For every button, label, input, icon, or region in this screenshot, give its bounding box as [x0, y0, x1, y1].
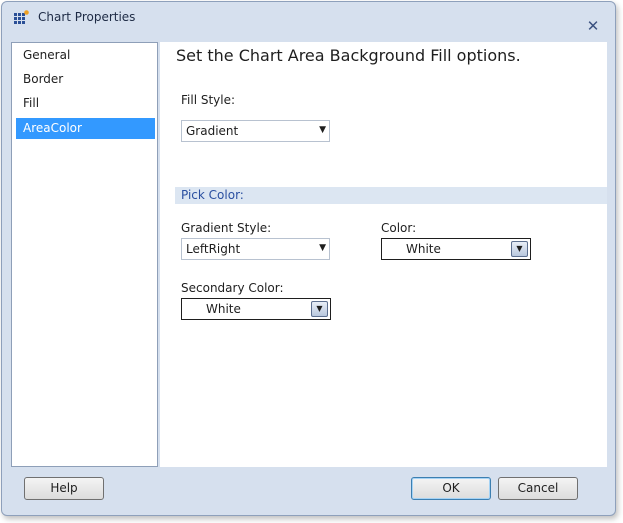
cancel-button[interactable]: Cancel [498, 477, 578, 500]
nav-item-general[interactable]: General [16, 45, 155, 66]
secondary-color-picker[interactable]: White ▼ [181, 298, 331, 320]
dropdown-arrow-icon[interactable]: ▼ [511, 241, 528, 257]
secondary-color-label: Secondary Color: [181, 281, 284, 295]
secondary-color-value: White [206, 302, 241, 316]
fill-style-select[interactable]: Gradient ▼ [181, 120, 330, 142]
nav-item-areacolor[interactable]: AreaColor [16, 118, 155, 139]
nav-item-border[interactable]: Border [16, 69, 155, 90]
color-picker[interactable]: White ▼ [381, 238, 531, 260]
dropdown-arrow-icon[interactable]: ▼ [311, 301, 328, 317]
chart-properties-dialog: Chart Properties ✕ General Border Fill A… [1, 1, 616, 516]
nav-item-label: General [23, 48, 71, 62]
help-button[interactable]: Help [24, 477, 104, 500]
gradient-style-select[interactable]: LeftRight ▼ [181, 238, 330, 260]
color-value: White [406, 242, 441, 256]
nav-item-label: AreaColor [23, 121, 82, 135]
chevron-down-icon: ▼ [319, 243, 326, 253]
nav-item-label: Fill [23, 96, 40, 110]
category-nav: General Border Fill AreaColor [11, 42, 158, 467]
close-icon[interactable]: ✕ [585, 17, 601, 35]
fill-style-label: Fill Style: [181, 93, 236, 107]
pick-color-section-header: Pick Color: [175, 187, 607, 204]
ok-button[interactable]: OK [411, 477, 491, 500]
window-title: Chart Properties [38, 10, 136, 24]
gradient-style-label: Gradient Style: [181, 221, 272, 235]
chevron-down-icon: ▼ [319, 125, 326, 135]
fill-style-value: Gradient [186, 124, 239, 138]
content-panel: Set the Chart Area Background Fill optio… [160, 42, 607, 467]
nav-item-fill[interactable]: Fill [16, 93, 155, 114]
nav-item-label: Border [23, 72, 64, 86]
page-title: Set the Chart Area Background Fill optio… [176, 46, 521, 65]
title-bar: Chart Properties [2, 2, 615, 32]
gradient-style-value: LeftRight [186, 242, 241, 256]
color-label: Color: [381, 221, 417, 235]
chart-grid-icon [14, 10, 29, 24]
